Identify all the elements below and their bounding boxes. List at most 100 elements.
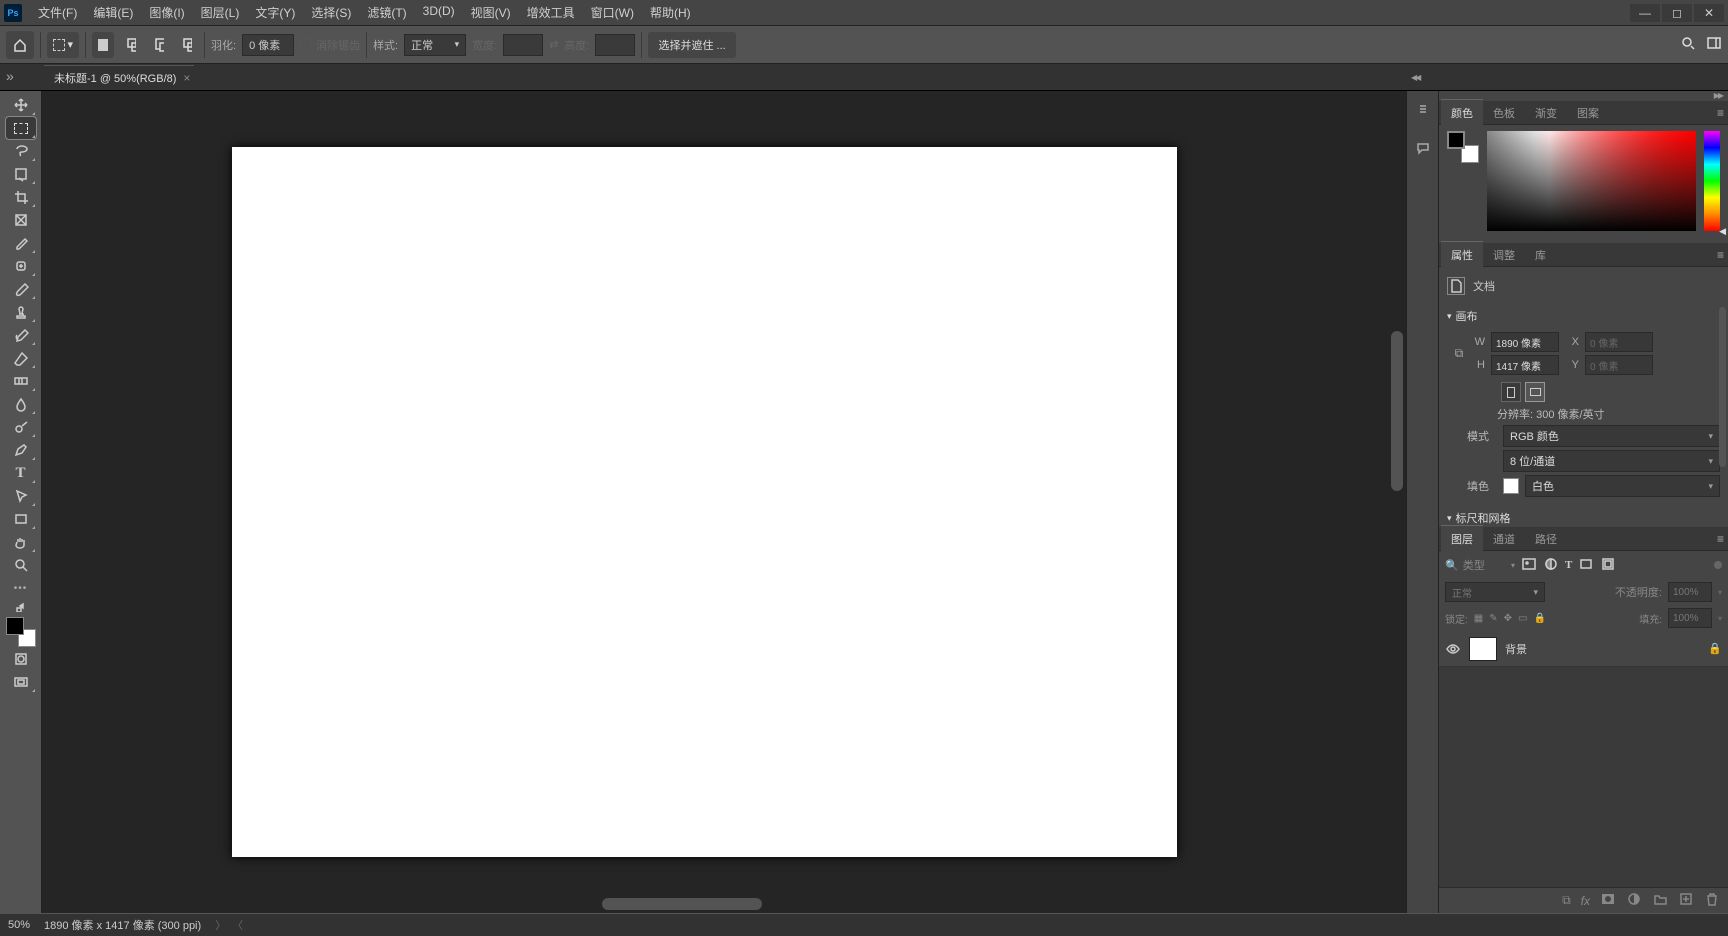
lasso-tool[interactable] <box>6 140 36 162</box>
maximize-button[interactable]: ◻ <box>1662 4 1692 22</box>
color-mode-select[interactable]: RGB 颜色 <box>1503 425 1720 447</box>
screenmode-button[interactable] <box>6 671 36 693</box>
menu-item[interactable]: 滤镜(T) <box>359 0 414 25</box>
tab-paths[interactable]: 路径 <box>1525 526 1567 552</box>
layer-name[interactable]: 背景 <box>1505 641 1527 657</box>
color-swatches[interactable] <box>6 617 36 647</box>
home-button[interactable] <box>6 31 34 59</box>
path-select-tool[interactable] <box>6 485 36 507</box>
menu-item[interactable]: 文字(Y) <box>247 0 303 25</box>
selection-tool[interactable] <box>6 163 36 185</box>
tab-libraries[interactable]: 库 <box>1525 242 1556 268</box>
y-input[interactable]: 0 像素 <box>1585 355 1653 375</box>
panel-color-swatches[interactable] <box>1447 131 1479 163</box>
tab-channels[interactable]: 通道 <box>1483 526 1525 552</box>
group-button[interactable] <box>1652 891 1668 910</box>
panel-menu-button[interactable]: ≡ <box>1717 532 1724 546</box>
eyedropper-tool[interactable] <box>6 232 36 254</box>
tab-adjustments[interactable]: 调整 <box>1483 242 1525 268</box>
dodge-tool[interactable] <box>6 416 36 438</box>
orientation-landscape-button[interactable] <box>1525 382 1545 402</box>
document-canvas[interactable] <box>232 147 1177 857</box>
marquee-tool[interactable] <box>6 117 36 139</box>
zoom-level[interactable]: 50% <box>8 919 30 931</box>
menu-item[interactable]: 文件(F) <box>30 0 85 25</box>
tab-swatches[interactable]: 色板 <box>1483 100 1525 126</box>
brush-tool[interactable] <box>6 278 36 300</box>
crop-tool[interactable] <box>6 186 36 208</box>
style-select[interactable]: 正常▾ <box>404 34 466 56</box>
blur-tool[interactable] <box>6 393 36 415</box>
workspace-button[interactable] <box>1706 35 1722 54</box>
gradient-tool[interactable] <box>6 370 36 392</box>
panel-menu-button[interactable]: ≡ <box>1717 248 1724 262</box>
filter-adjust-icon[interactable] <box>1543 556 1559 575</box>
fill-swatch[interactable] <box>1503 478 1519 494</box>
orientation-portrait-button[interactable] <box>1501 382 1521 402</box>
tab-layers[interactable]: 图层 <box>1441 525 1483 552</box>
link-layers-button[interactable]: ⧉ <box>1562 893 1571 908</box>
adjustment-button[interactable] <box>1626 891 1642 910</box>
move-tool[interactable] <box>6 94 36 116</box>
panel-menu-button[interactable]: ≡ <box>1717 106 1724 120</box>
lock-all-icon[interactable]: 🔒 <box>1533 613 1545 624</box>
menu-item[interactable]: 编辑(E) <box>85 0 141 25</box>
link-dimensions-button[interactable]: ⧉ <box>1447 346 1471 361</box>
close-tab-button[interactable]: × <box>183 71 190 85</box>
delete-layer-button[interactable] <box>1704 891 1720 910</box>
menu-item[interactable]: 图层(L) <box>193 0 248 25</box>
swap-colors-button[interactable] <box>6 600 36 614</box>
new-selection-button[interactable] <box>92 32 114 58</box>
fx-button[interactable]: fx <box>1581 894 1590 908</box>
vertical-scrollbar[interactable] <box>1391 331 1403 491</box>
lock-artboard-icon[interactable]: ▭ <box>1518 613 1527 624</box>
eraser-tool[interactable] <box>6 347 36 369</box>
height-input[interactable]: 1417 像素 <box>1491 355 1559 375</box>
brush-presets-collapsed[interactable] <box>1410 99 1436 121</box>
type-tool[interactable]: T <box>6 462 36 484</box>
healing-tool[interactable] <box>6 255 36 277</box>
lock-pixels-icon[interactable]: ▦ <box>1474 613 1483 624</box>
filter-toggle[interactable] <box>1714 561 1722 569</box>
lock-position-icon[interactable]: ✥ <box>1504 613 1512 624</box>
width-input[interactable]: 1890 像素 <box>1491 332 1559 352</box>
x-input[interactable]: 0 像素 <box>1585 332 1653 352</box>
document-tab[interactable]: 未标题-1 @ 50%(RGB/8) × <box>44 65 194 90</box>
menu-item[interactable]: 图像(I) <box>141 0 192 25</box>
menu-item[interactable]: 选择(S) <box>303 0 359 25</box>
hand-tool[interactable] <box>6 531 36 553</box>
menu-item[interactable]: 帮助(H) <box>642 0 699 25</box>
properties-scrollbar[interactable] <box>1719 307 1726 467</box>
tab-properties[interactable]: 属性 <box>1441 241 1483 268</box>
fill-select[interactable]: 白色 <box>1525 475 1720 497</box>
status-chevron-icon[interactable]: 〉 <box>215 917 226 933</box>
tab-color[interactable]: 颜色 <box>1441 99 1483 126</box>
select-and-mask-button[interactable]: 选择并遮住 ... <box>648 32 735 58</box>
quickmask-button[interactable] <box>6 648 36 670</box>
layer-row[interactable]: 背景 🔒 <box>1439 631 1728 667</box>
canvas-area[interactable] <box>42 91 1406 913</box>
history-brush-tool[interactable] <box>6 324 36 346</box>
layer-filter-kind[interactable]: 🔍类型▾ <box>1445 555 1515 575</box>
new-layer-button[interactable] <box>1678 891 1694 910</box>
tab-patterns[interactable]: 图案 <box>1567 100 1609 126</box>
menu-item[interactable]: 增效工具 <box>519 0 583 25</box>
section-canvas[interactable]: 画布 <box>1447 301 1720 329</box>
search-button[interactable] <box>1680 35 1696 54</box>
subtract-selection-button[interactable] <box>148 32 170 58</box>
feather-input[interactable]: 0 像素 <box>242 34 294 56</box>
status-chevron-icon[interactable]: 〈 <box>232 917 243 933</box>
filter-shape-icon[interactable] <box>1578 556 1594 575</box>
menu-item[interactable]: 窗口(W) <box>583 0 642 25</box>
pen-tool[interactable] <box>6 439 36 461</box>
minimize-button[interactable]: — <box>1630 4 1660 22</box>
tab-gradients[interactable]: 渐变 <box>1525 100 1567 126</box>
stamp-tool[interactable] <box>6 301 36 323</box>
filter-smart-icon[interactable] <box>1600 556 1616 575</box>
zoom-tool[interactable] <box>6 554 36 576</box>
document-dimensions[interactable]: 1890 像素 x 1417 像素 (300 ppi) <box>44 917 201 933</box>
lock-icon[interactable]: 🔒 <box>1708 642 1722 655</box>
menu-item[interactable]: 3D(D) <box>415 0 463 25</box>
intersect-selection-button[interactable] <box>176 32 198 58</box>
horizontal-scrollbar[interactable] <box>602 898 762 910</box>
